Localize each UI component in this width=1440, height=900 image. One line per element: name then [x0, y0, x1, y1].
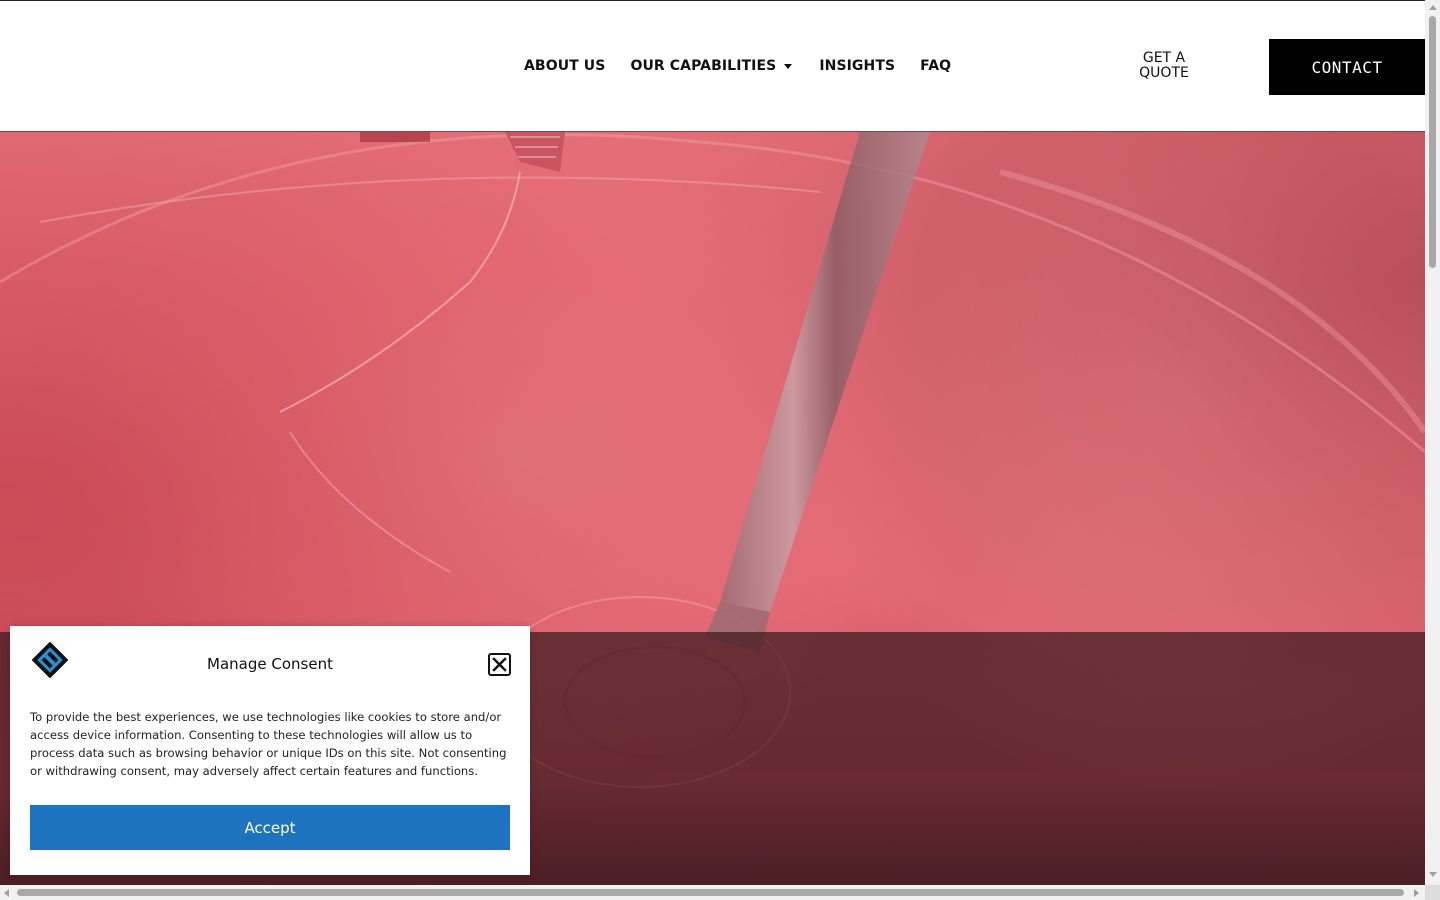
scroll-right-icon[interactable]: [1414, 889, 1419, 897]
vertical-scrollbar[interactable]: [1425, 0, 1440, 885]
nav-faq[interactable]: FAQ: [920, 58, 951, 74]
nav-faq-label: FAQ: [920, 58, 952, 74]
consent-message: To provide the best experiences, we use …: [30, 710, 507, 778]
nav-insights-label: INSIGHTS: [819, 58, 896, 74]
accept-button[interactable]: Accept: [30, 805, 510, 850]
close-consent-button[interactable]: [488, 653, 511, 676]
horizontal-scrollbar-thumb[interactable]: [17, 889, 1404, 896]
scrollbar-corner: [1425, 885, 1440, 900]
page: ABOUT US OUR CAPABILITIES INSIGHTS FAQ G…: [0, 0, 1425, 885]
consent-dialog: Manage Consent To provide the best exper…: [10, 626, 530, 875]
nav-our-capabilities-label: OUR CAPABILITIES: [630, 58, 777, 74]
vertical-scrollbar-thumb[interactable]: [1429, 16, 1436, 268]
contact-button-label: CONTACT: [1311, 57, 1383, 77]
get-a-quote-label: GET A QUOTE: [1139, 50, 1189, 81]
contact-button[interactable]: CONTACT: [1269, 39, 1425, 95]
nav-insights[interactable]: INSIGHTS: [819, 58, 895, 74]
main-nav: ABOUT US OUR CAPABILITIES INSIGHTS FAQ: [524, 58, 951, 74]
get-a-quote-link[interactable]: GET A QUOTE: [1124, 51, 1204, 81]
nav-about-us-label: ABOUT US: [524, 58, 606, 74]
caret-down-icon: [784, 63, 793, 69]
scroll-left-icon[interactable]: [4, 889, 9, 897]
scroll-down-icon[interactable]: [1429, 872, 1437, 877]
horizontal-scrollbar[interactable]: [0, 885, 1425, 900]
accept-button-label: Accept: [244, 818, 296, 837]
nav-about-us[interactable]: ABOUT US: [524, 58, 605, 74]
close-icon: [492, 657, 507, 672]
scroll-up-icon[interactable]: [1429, 5, 1437, 10]
consent-title: Manage Consent: [207, 655, 333, 673]
nav-our-capabilities[interactable]: OUR CAPABILITIES: [630, 58, 793, 74]
site-header: ABOUT US OUR CAPABILITIES INSIGHTS FAQ G…: [0, 0, 1425, 132]
